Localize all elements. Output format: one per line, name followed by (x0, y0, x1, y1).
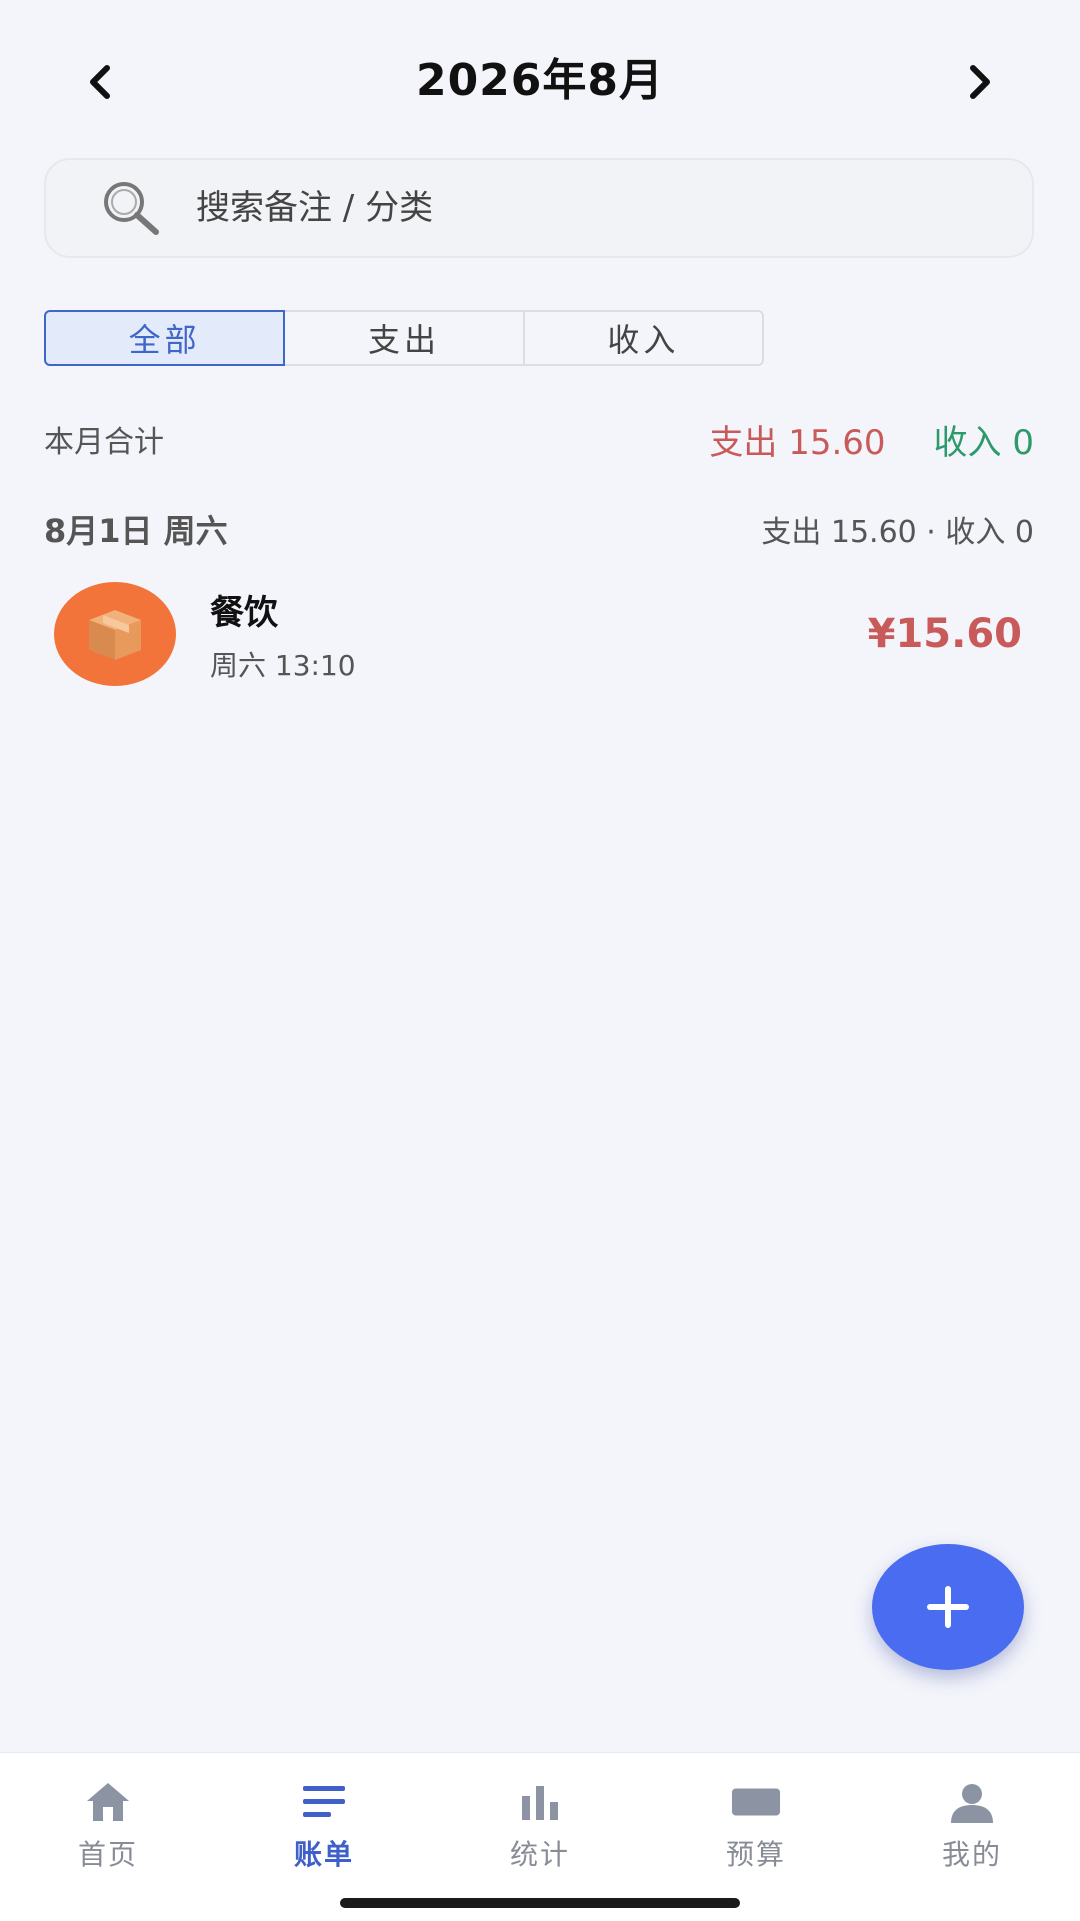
user-icon (947, 1779, 997, 1825)
plus-icon (927, 1586, 969, 1628)
month-expense-total: 支出 15.60 (709, 422, 886, 463)
list-icon (299, 1779, 349, 1825)
bottom-nav: 首页 账单 统计 预算 我的 (0, 1752, 1080, 1921)
next-month-button[interactable] (950, 52, 1010, 112)
tab-income[interactable]: 收入 (525, 312, 762, 364)
nav-label-me: 我的 (941, 1838, 1002, 1871)
tab-expense[interactable]: 支出 (285, 312, 525, 364)
nav-item-bills[interactable]: 账单 (216, 1753, 432, 1921)
month-summary-label: 本月合计 (44, 425, 164, 460)
transaction-time: 周六 13:10 (210, 648, 356, 682)
day-totals: 支出 15.60 · 收入 0 (761, 515, 1034, 550)
page-title: 2026年8月 (415, 55, 665, 106)
search-input[interactable] (194, 187, 978, 229)
nav-item-home[interactable]: 首页 (0, 1753, 216, 1921)
package-box-icon (89, 610, 141, 660)
chevron-right-icon (970, 65, 990, 99)
bar-chart-icon (515, 1779, 565, 1825)
day-date: 8月1日 周六 (44, 512, 228, 550)
nav-item-stats[interactable]: 统计 (432, 1753, 648, 1921)
nav-item-me[interactable]: 我的 (864, 1753, 1080, 1921)
nav-label-bills: 账单 (293, 1838, 354, 1871)
search-bar[interactable] (44, 158, 1034, 258)
month-income-total: 收入 0 (933, 422, 1034, 463)
transaction-category: 餐饮 (210, 592, 278, 633)
add-transaction-button[interactable] (872, 1544, 1024, 1670)
nav-item-budget[interactable]: 预算 (648, 1753, 864, 1921)
month-summary: 本月合计 支出 15.60 收入 0 (44, 414, 1034, 464)
day-header: 8月1日 周六 支出 15.60 · 收入 0 (44, 504, 1034, 554)
transaction-row[interactable]: 餐饮 周六 13:10 ¥15.60 (44, 574, 1034, 694)
home-indicator[interactable] (340, 1898, 740, 1908)
header: 2026年8月 (0, 0, 1080, 150)
nav-label-home: 首页 (77, 1838, 138, 1871)
wallet-icon (731, 1779, 781, 1825)
category-avatar (54, 582, 176, 686)
filter-tabs: 全部 支出 收入 (44, 310, 764, 366)
nav-label-stats: 统计 (509, 1838, 570, 1871)
tab-all[interactable]: 全部 (44, 310, 286, 366)
nav-label-budget: 预算 (725, 1838, 786, 1871)
home-icon (83, 1779, 133, 1825)
transaction-amount: ¥15.60 (867, 611, 1022, 657)
search-icon (98, 178, 168, 238)
